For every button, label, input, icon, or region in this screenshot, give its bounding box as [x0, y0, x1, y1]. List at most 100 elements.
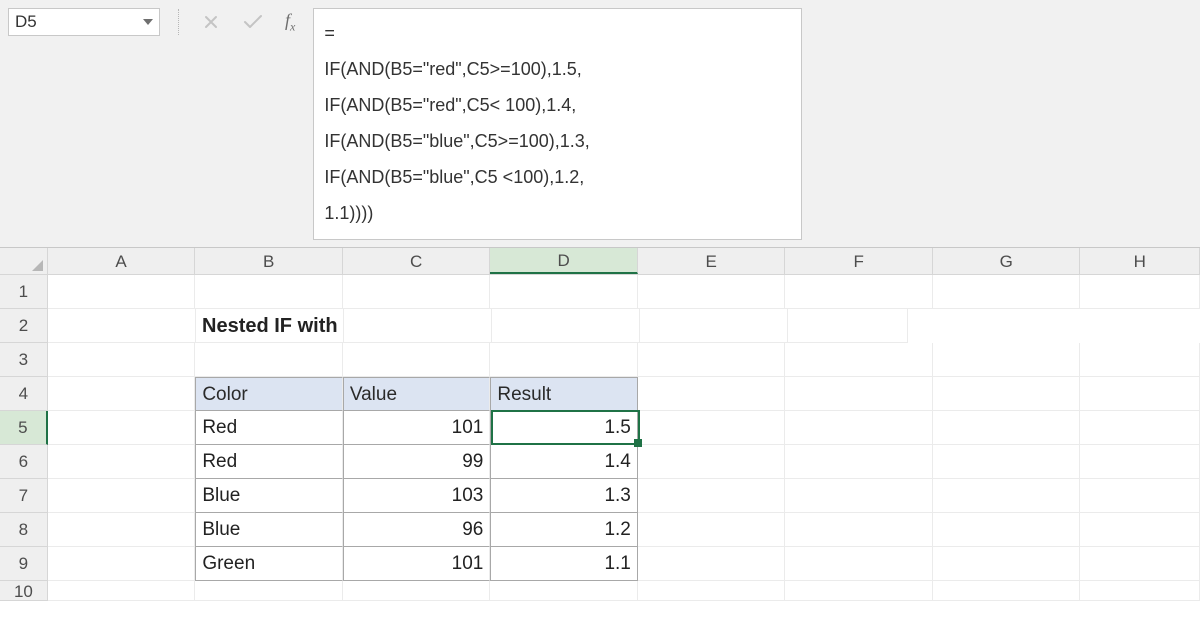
cell-color[interactable]: Green	[195, 547, 343, 581]
cell-value[interactable]: 99	[343, 445, 491, 479]
cell-color[interactable]: Blue	[195, 479, 343, 513]
cell[interactable]	[1080, 513, 1200, 547]
cell[interactable]	[48, 513, 196, 547]
cell[interactable]	[1080, 411, 1200, 445]
col-header[interactable]: C	[343, 248, 491, 274]
col-header[interactable]: E	[638, 248, 786, 274]
cell[interactable]	[343, 275, 491, 309]
cell[interactable]	[785, 343, 933, 377]
cell[interactable]	[195, 581, 343, 601]
col-header[interactable]: G	[933, 248, 1081, 274]
cell[interactable]	[1080, 343, 1200, 377]
col-header[interactable]: D	[490, 248, 638, 274]
fx-icon[interactable]: fx	[285, 10, 295, 35]
cell[interactable]	[48, 275, 196, 309]
cell[interactable]	[48, 411, 196, 445]
cell[interactable]	[933, 411, 1081, 445]
cell[interactable]	[1080, 581, 1200, 601]
cell-color[interactable]: Red	[195, 445, 343, 479]
col-header[interactable]: H	[1080, 248, 1200, 274]
cell[interactable]	[785, 377, 933, 411]
select-all-corner[interactable]	[0, 248, 48, 274]
enter-check-icon[interactable]	[243, 12, 263, 32]
row-header[interactable]: 4	[0, 377, 48, 411]
row-header[interactable]: 2	[0, 309, 48, 343]
cell[interactable]	[638, 445, 786, 479]
cell-value[interactable]: 96	[343, 513, 491, 547]
cell-color[interactable]: Red	[195, 411, 343, 445]
chevron-down-icon[interactable]	[143, 19, 153, 25]
cell[interactable]	[1080, 377, 1200, 411]
cell-value[interactable]: 101	[343, 547, 491, 581]
cell[interactable]	[48, 547, 196, 581]
cell[interactable]	[490, 275, 638, 309]
cell[interactable]	[638, 581, 786, 601]
cell-result[interactable]: 1.1	[490, 547, 638, 581]
cell[interactable]	[638, 377, 786, 411]
cell[interactable]	[492, 309, 640, 343]
cell[interactable]	[638, 479, 786, 513]
spreadsheet-grid[interactable]: A B C D E F G H 1 2 Nested IF with multi…	[0, 248, 1200, 601]
col-header[interactable]: F	[785, 248, 933, 274]
cell[interactable]	[48, 377, 196, 411]
cell-result[interactable]: 1.3	[490, 479, 638, 513]
cell[interactable]	[933, 445, 1081, 479]
table-header-value[interactable]: Value	[343, 377, 491, 411]
cell[interactable]	[638, 513, 786, 547]
cell[interactable]	[933, 275, 1081, 309]
cell[interactable]	[344, 309, 492, 343]
cell[interactable]	[785, 581, 933, 601]
cell-result[interactable]: 1.4	[490, 445, 638, 479]
cell[interactable]	[490, 581, 638, 601]
cell[interactable]	[1080, 275, 1200, 309]
cell[interactable]	[785, 445, 933, 479]
cell[interactable]	[343, 343, 491, 377]
cell[interactable]	[933, 377, 1081, 411]
table-header-color[interactable]: Color	[195, 377, 343, 411]
cell[interactable]	[48, 309, 196, 343]
cell[interactable]	[638, 547, 786, 581]
row-header[interactable]: 3	[0, 343, 48, 377]
cell[interactable]	[195, 343, 343, 377]
cell[interactable]	[933, 513, 1081, 547]
cell[interactable]	[785, 479, 933, 513]
cell[interactable]	[638, 411, 786, 445]
cell[interactable]	[933, 547, 1081, 581]
cell[interactable]	[48, 445, 196, 479]
cell[interactable]	[788, 309, 908, 343]
table-header-result[interactable]: Result	[490, 377, 638, 411]
cell[interactable]	[490, 343, 638, 377]
cell[interactable]	[638, 275, 786, 309]
cell[interactable]	[48, 343, 196, 377]
cell[interactable]	[933, 343, 1081, 377]
row-header[interactable]: 7	[0, 479, 48, 513]
cell[interactable]	[933, 581, 1081, 601]
cell-value[interactable]: 103	[343, 479, 491, 513]
name-box[interactable]: D5	[8, 8, 160, 36]
row-header[interactable]: 9	[0, 547, 48, 581]
cell[interactable]	[48, 581, 196, 601]
cell-result[interactable]: 1.5	[490, 411, 638, 445]
col-header[interactable]: A	[48, 248, 196, 274]
formula-input[interactable]: = IF(AND(B5="red",C5>=100),1.5, IF(AND(B…	[313, 8, 802, 240]
cell-color[interactable]: Blue	[195, 513, 343, 547]
cell[interactable]	[1080, 479, 1200, 513]
cell[interactable]	[1080, 547, 1200, 581]
cell[interactable]	[785, 411, 933, 445]
cancel-icon[interactable]	[201, 12, 221, 32]
row-header[interactable]: 8	[0, 513, 48, 547]
cell[interactable]	[785, 547, 933, 581]
col-header[interactable]: B	[195, 248, 343, 274]
cell[interactable]	[195, 275, 343, 309]
row-header[interactable]: 6	[0, 445, 48, 479]
row-header[interactable]: 5	[0, 411, 48, 445]
cell[interactable]	[343, 581, 491, 601]
cell[interactable]	[933, 479, 1081, 513]
cell-value[interactable]: 101	[343, 411, 491, 445]
cell[interactable]	[785, 513, 933, 547]
sheet-title[interactable]: Nested IF with multiple AND	[196, 309, 344, 343]
cell[interactable]	[1080, 445, 1200, 479]
cell[interactable]	[640, 309, 788, 343]
cell[interactable]	[785, 275, 933, 309]
cell[interactable]	[48, 479, 196, 513]
